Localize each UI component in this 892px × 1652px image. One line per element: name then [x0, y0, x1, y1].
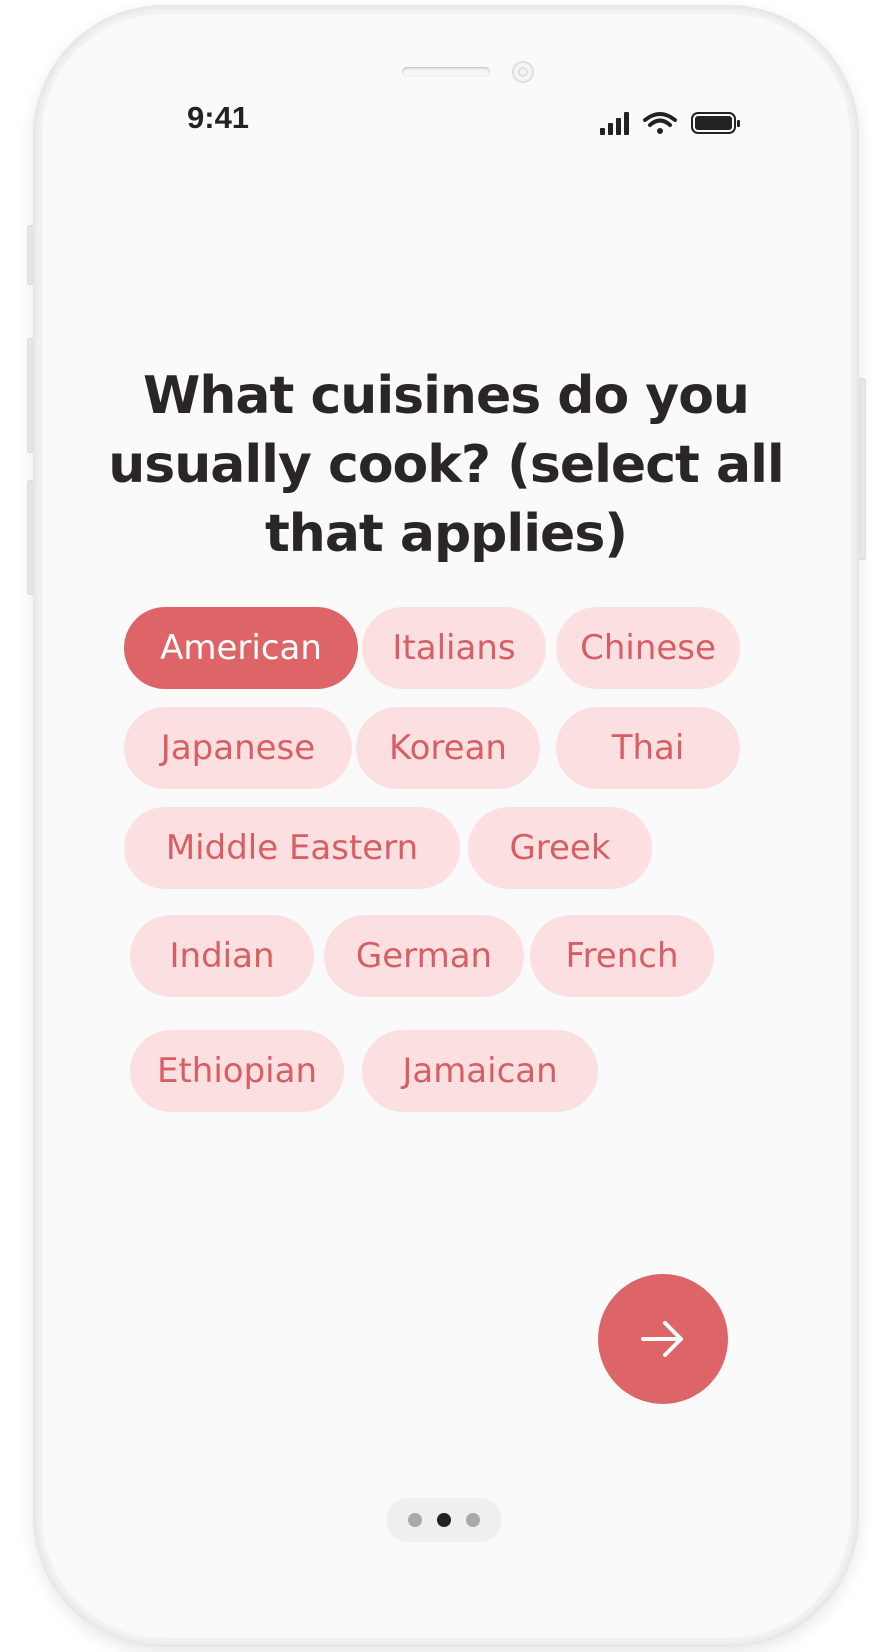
cuisine-chip-ethiopian[interactable]: Ethiopian	[130, 1030, 344, 1112]
earpiece-speaker	[402, 67, 490, 77]
next-button[interactable]	[598, 1274, 728, 1404]
app-screen: 9:41 What cuisines do you usually cook? …	[42, 14, 850, 1638]
question-title: What cuisines do you usually cook? (sele…	[42, 362, 850, 569]
device-mockup: 9:41 What cuisines do you usually cook? …	[0, 0, 892, 1652]
cuisine-chip-korean[interactable]: Korean	[356, 707, 540, 789]
page-dot-2-active[interactable]	[437, 1513, 451, 1527]
cuisine-chip-german[interactable]: German	[324, 915, 524, 997]
cuisine-chip-american[interactable]: American	[124, 607, 358, 689]
cuisine-chip-chinese[interactable]: Chinese	[556, 607, 740, 689]
battery-icon	[691, 112, 740, 134]
cuisine-chip-french[interactable]: French	[530, 915, 714, 997]
question-line-3: that applies)	[264, 504, 628, 564]
cuisine-chip-middle-eastern[interactable]: Middle Eastern	[124, 807, 460, 889]
question-line-1: What cuisines do you	[143, 366, 750, 426]
page-indicator	[386, 1498, 502, 1542]
page-dot-3[interactable]	[466, 1513, 480, 1527]
front-camera	[512, 61, 534, 83]
question-line-2: usually cook? (select all	[108, 435, 784, 495]
phone-frame: 9:41 What cuisines do you usually cook? …	[34, 6, 858, 1646]
status-icons	[600, 112, 740, 135]
status-time: 9:41	[187, 100, 250, 135]
cuisine-chip-italians[interactable]: Italians	[362, 607, 546, 689]
cuisine-chip-greek[interactable]: Greek	[468, 807, 652, 889]
cuisine-chip-thai[interactable]: Thai	[556, 707, 740, 789]
cuisine-chip-indian[interactable]: Indian	[130, 915, 314, 997]
cellular-signal-icon	[600, 112, 629, 135]
page-dot-1[interactable]	[408, 1513, 422, 1527]
wifi-icon	[643, 112, 677, 134]
arrow-right-icon	[641, 1321, 683, 1357]
cuisine-chip-japanese[interactable]: Japanese	[124, 707, 352, 789]
cuisine-chip-jamaican[interactable]: Jamaican	[362, 1030, 598, 1112]
